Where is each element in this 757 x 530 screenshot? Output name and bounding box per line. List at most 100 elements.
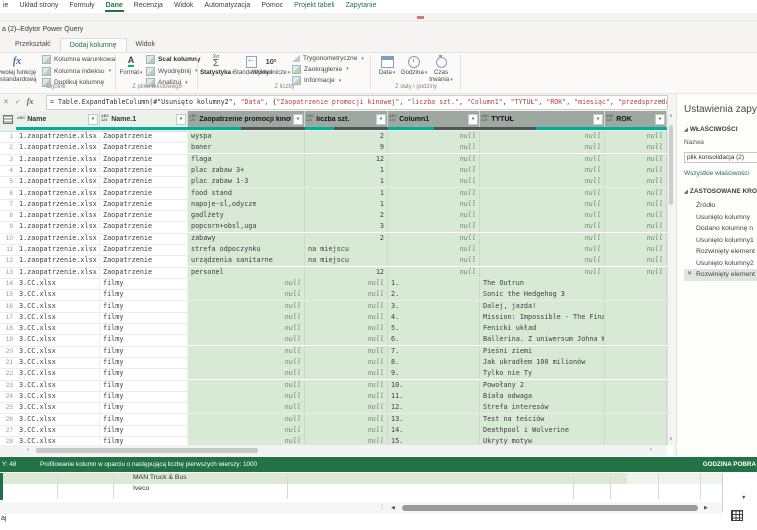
index-column-button[interactable]: Kolumna indeksu ▾ bbox=[42, 66, 115, 76]
scroll-up-icon[interactable]: ∧ bbox=[669, 113, 673, 119]
grid-cell[interactable]: Zaopatrzenie bbox=[100, 187, 188, 199]
grid-cell[interactable]: 13. bbox=[388, 413, 480, 425]
grid-cell[interactable]: null bbox=[605, 176, 667, 188]
grid-cell[interactable]: 3.CC.xlsx bbox=[16, 300, 100, 312]
column-header[interactable]: ABC Name ▾ bbox=[16, 111, 100, 127]
grid-cell[interactable]: 7. bbox=[388, 345, 480, 357]
grid-cell[interactable]: null bbox=[480, 198, 605, 210]
menu-item[interactable]: Recenzja bbox=[133, 0, 164, 10]
grid-cell[interactable] bbox=[605, 379, 667, 391]
time-button[interactable]: Godzina▾ bbox=[400, 55, 428, 77]
all-properties-link[interactable]: Wszystkie właściwości bbox=[684, 170, 757, 177]
conditional-column-button[interactable]: Kolumna warunkowa bbox=[42, 55, 115, 64]
scroll-left-icon[interactable]: ‹ bbox=[27, 447, 29, 453]
grid-cell[interactable]: filmy bbox=[100, 289, 188, 301]
grid-cell[interactable]: Zaopatrzenie bbox=[100, 198, 188, 210]
formula-expand-chevron-icon[interactable]: ∨ bbox=[660, 98, 664, 105]
grid-cell[interactable]: 1.zaopatrzenie.xlsx bbox=[16, 221, 100, 233]
grid-cell[interactable]: popcorn+obsĺ,uga bbox=[188, 221, 305, 233]
duration-button[interactable]: Czas trwania▾ bbox=[426, 55, 456, 84]
grid-cell[interactable]: 1 bbox=[305, 187, 388, 199]
grid-cell[interactable]: null bbox=[388, 210, 480, 222]
grid-cell[interactable]: null bbox=[605, 266, 667, 278]
column-filter-icon[interactable]: ▾ bbox=[293, 113, 303, 125]
column-filter-icon[interactable]: ▾ bbox=[655, 113, 665, 125]
grid-cell[interactable] bbox=[605, 390, 667, 402]
grid-cell[interactable]: null bbox=[188, 368, 305, 380]
grid-cell[interactable]: 2. bbox=[388, 289, 480, 301]
grid-cell[interactable]: 1.zaopatrzenie.xlsx bbox=[16, 142, 100, 154]
grid-cell[interactable]: Zaopatrzenie bbox=[100, 244, 188, 255]
menu-item[interactable]: Układ strony bbox=[18, 0, 59, 10]
grid-cell[interactable]: null bbox=[305, 345, 388, 357]
grid-cell[interactable]: 3.CC.xlsx bbox=[16, 289, 100, 301]
grid-cell[interactable]: null bbox=[388, 244, 480, 255]
grid-cell[interactable]: 3.CC.xlsx bbox=[16, 390, 100, 402]
grid-cell[interactable] bbox=[605, 277, 667, 289]
grid-cell[interactable]: 14. bbox=[388, 424, 480, 436]
pq-tab[interactable]: Widok bbox=[127, 38, 164, 52]
grid-cell[interactable]: null bbox=[188, 345, 305, 357]
grid-cell[interactable]: Ballerina. Z uniwersum Johna Wi… bbox=[480, 334, 605, 346]
grid-cell[interactable]: null bbox=[388, 255, 480, 267]
grid-cell[interactable]: null bbox=[305, 300, 388, 312]
grid-cell[interactable]: null bbox=[480, 142, 605, 154]
applied-step[interactable]: Dodano kolumnę n bbox=[684, 223, 757, 235]
grid-cell[interactable]: 1.zaopatrzenie.xlsx bbox=[16, 176, 100, 188]
grid-cell[interactable]: null bbox=[188, 334, 305, 346]
menu-item[interactable]: Projekt tabeli bbox=[293, 0, 335, 10]
grid-cell[interactable]: null bbox=[605, 187, 667, 199]
grid-cell[interactable]: null bbox=[605, 255, 667, 267]
grid-cell[interactable]: 1.zaopatrzenie.xlsx bbox=[16, 153, 100, 165]
column-header[interactable]: ABC123Zaopatrzenie promocji kinowej▾ bbox=[188, 111, 305, 127]
grid-cell[interactable]: null bbox=[388, 131, 480, 142]
grid-cell[interactable]: null bbox=[480, 221, 605, 233]
grid-cell[interactable]: 3.CC.xlsx bbox=[16, 368, 100, 380]
grid-cell[interactable]: null bbox=[388, 142, 480, 154]
grid-cell[interactable]: null bbox=[605, 142, 667, 154]
grid-cell[interactable]: null bbox=[480, 255, 605, 267]
column-filter-icon[interactable]: ▾ bbox=[468, 113, 478, 125]
grid-cell[interactable]: Zaopatrzenie bbox=[100, 210, 188, 222]
applied-step[interactable]: Źródło bbox=[684, 200, 757, 212]
grid-cell[interactable]: null bbox=[480, 131, 605, 142]
grid-cell[interactable]: zabawy bbox=[188, 232, 305, 244]
grid-cell[interactable]: null bbox=[388, 153, 480, 165]
date-button[interactable]: Data▾ bbox=[374, 55, 400, 77]
grid-cell[interactable]: Zaopatrzenie bbox=[100, 131, 188, 142]
grid-cell[interactable]: filmy bbox=[100, 402, 188, 414]
grid-cell[interactable]: na miejscu bbox=[305, 244, 388, 255]
grid-cell[interactable]: urządzenia sanitarne bbox=[188, 255, 305, 267]
grid-cell[interactable]: null bbox=[188, 289, 305, 301]
grid-cell[interactable]: null bbox=[305, 323, 388, 335]
grid-cell[interactable]: 6. bbox=[388, 334, 480, 346]
grid-cell[interactable]: null bbox=[480, 187, 605, 199]
grid-cell[interactable]: null bbox=[305, 424, 388, 436]
menu-item[interactable]: Pomoc bbox=[260, 0, 284, 10]
grid-cell[interactable]: filmy bbox=[100, 300, 188, 312]
grid-cell[interactable]: filmy bbox=[100, 311, 188, 323]
scroll-right-icon[interactable]: › bbox=[650, 447, 652, 453]
grid-cell[interactable]: null bbox=[388, 176, 480, 188]
grid-cell[interactable]: 3.CC.xlsx bbox=[16, 334, 100, 346]
grid-cell[interactable] bbox=[605, 289, 667, 301]
pq-tab[interactable]: Przekształć bbox=[6, 38, 60, 52]
horizontal-scrollbar-thumb[interactable] bbox=[36, 447, 258, 453]
grid-cell[interactable]: food stand bbox=[188, 187, 305, 199]
grid-cell[interactable]: 4. bbox=[388, 311, 480, 323]
grid-cell[interactable]: 3 bbox=[305, 221, 388, 233]
grid-cell[interactable]: Test na teściów bbox=[480, 413, 605, 425]
grid-cell[interactable]: filmy bbox=[100, 424, 188, 436]
grid-cell[interactable] bbox=[605, 334, 667, 346]
grid-cell[interactable]: 3. bbox=[388, 300, 480, 312]
cancel-formula-icon[interactable]: ✕ bbox=[3, 98, 9, 106]
grid-cell[interactable] bbox=[605, 357, 667, 368]
grid-cell[interactable]: null bbox=[305, 334, 388, 346]
vertical-scrollbar-thumb[interactable] bbox=[669, 125, 673, 205]
grid-cell[interactable]: null bbox=[388, 187, 480, 199]
query-name-input[interactable] bbox=[684, 152, 757, 163]
grid-cell[interactable]: null bbox=[605, 153, 667, 165]
grid-cell[interactable]: filmy bbox=[100, 413, 188, 425]
grid-cell[interactable]: personel bbox=[188, 266, 305, 278]
menu-item[interactable]: Dane bbox=[104, 0, 124, 12]
